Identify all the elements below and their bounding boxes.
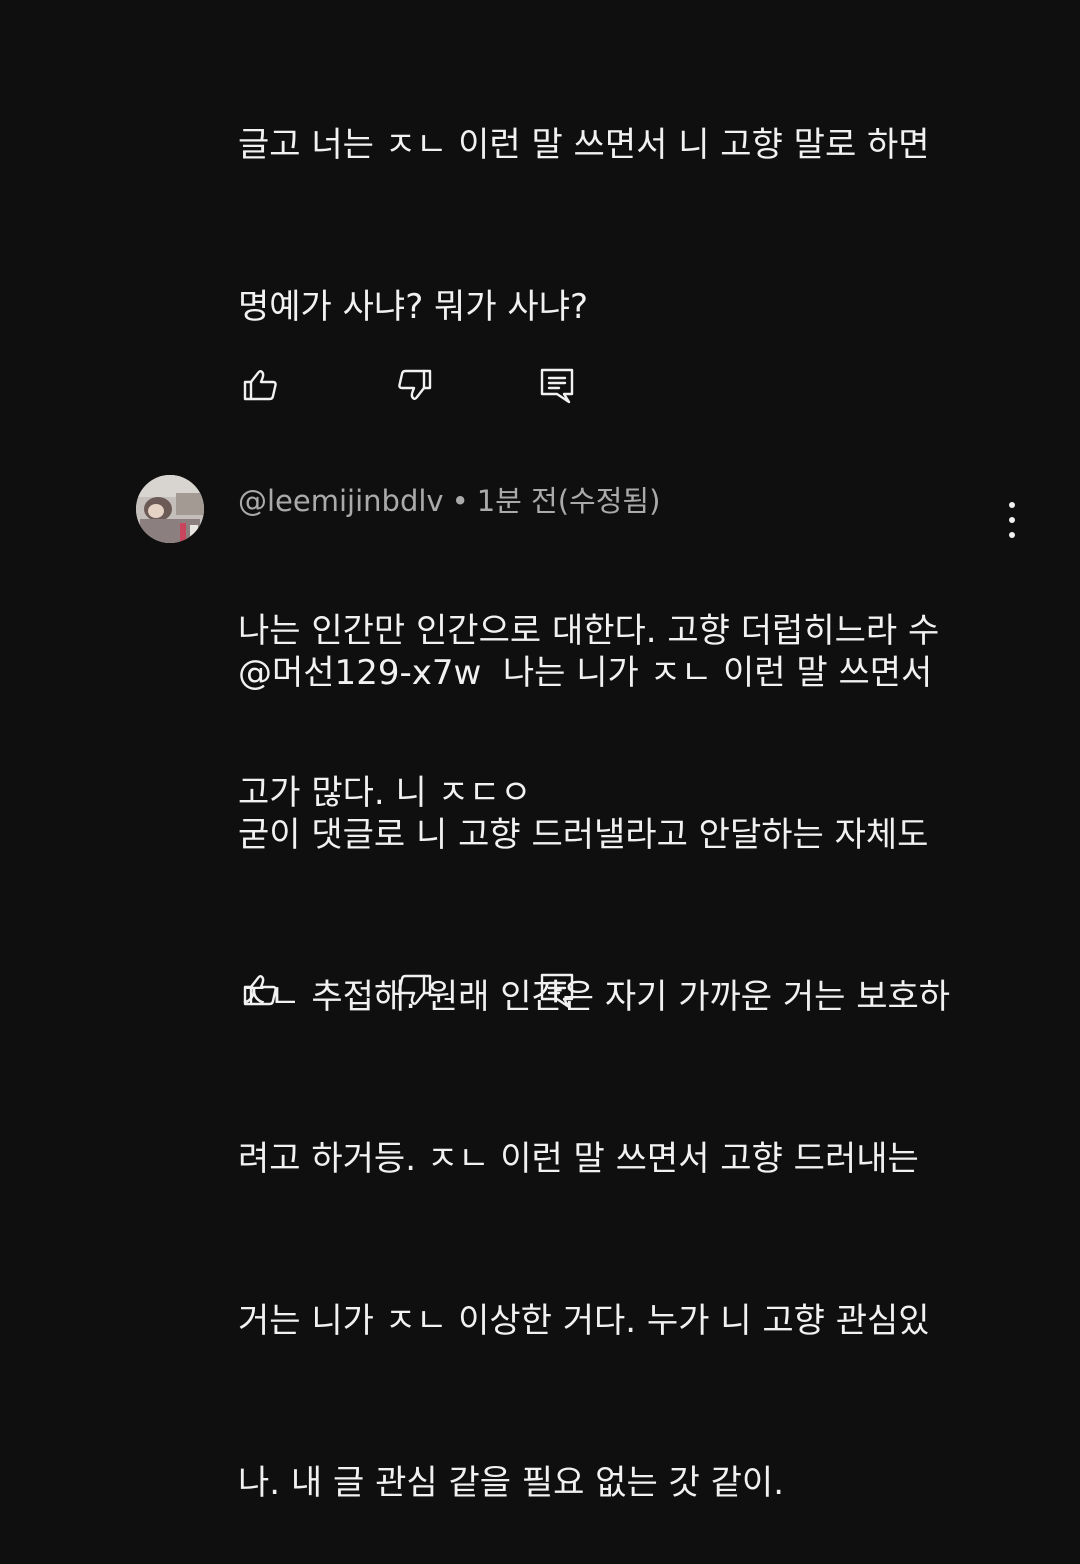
comment-2-text: @머선129-x7w 나는 니가 ㅈㄴ 이런 말 쓰면서 굳이 댓글로 니 고향… [238, 538, 1028, 1564]
avatar-image [136, 475, 204, 543]
avatar[interactable] [136, 475, 204, 543]
reply-comment-icon [540, 973, 574, 1009]
reply-button[interactable] [535, 363, 579, 407]
more-actions-button[interactable] [996, 500, 1028, 540]
thumbs-up-icon [243, 370, 277, 401]
author-name[interactable]: @leemijinbdlv [238, 484, 444, 518]
thumbs-up-icon [243, 975, 277, 1006]
comment-2-header: @leemijinbdlv • 1분 전(수정됨) [238, 478, 660, 524]
dislike-button[interactable] [393, 968, 437, 1012]
comment-1-line: 글고 너는 ㅈㄴ 이런 말 쓰면서 니 고향 말로 하면 [238, 125, 930, 165]
comment-2-line: 거는 니가 ㅈㄴ 이상한 거다. 누가 니 고향 관심있 [238, 1301, 930, 1341]
meta-separator: • [451, 484, 469, 518]
dislike-button[interactable] [393, 363, 437, 407]
comment-2-line: @머선129-x7w 나는 니가 ㅈㄴ 이런 말 쓰면서 [238, 653, 933, 693]
comment-2-line: 굳이 댓글로 니 고향 드러낼라고 안달하는 자체도 [238, 815, 929, 855]
thumbs-down-icon [398, 369, 432, 400]
reply-button[interactable] [535, 968, 579, 1012]
vertical-dots-icon [1009, 502, 1015, 508]
comment-2-line: 나. 내 글 관심 같을 필요 없는 갓 같이. [238, 1463, 784, 1503]
comment-2-line: 려고 하거등. ㅈㄴ 이런 말 쓰면서 고향 드러내는 [238, 1139, 919, 1179]
reply-comment-icon [540, 368, 574, 404]
thumbs-down-icon [398, 974, 432, 1005]
vertical-dots-icon-dot [1009, 517, 1015, 523]
comment-timestamp[interactable]: 1분 전(수정됨) [477, 484, 661, 518]
comment-2-line: ㅈㄴ 추접해. 원래 인간은 자기 가까운 거는 보호하 [238, 977, 951, 1017]
like-button[interactable] [238, 968, 282, 1012]
comment-1-line: 명예가 사냐? 뭐가 사냐? [238, 287, 589, 327]
like-button[interactable] [238, 363, 282, 407]
